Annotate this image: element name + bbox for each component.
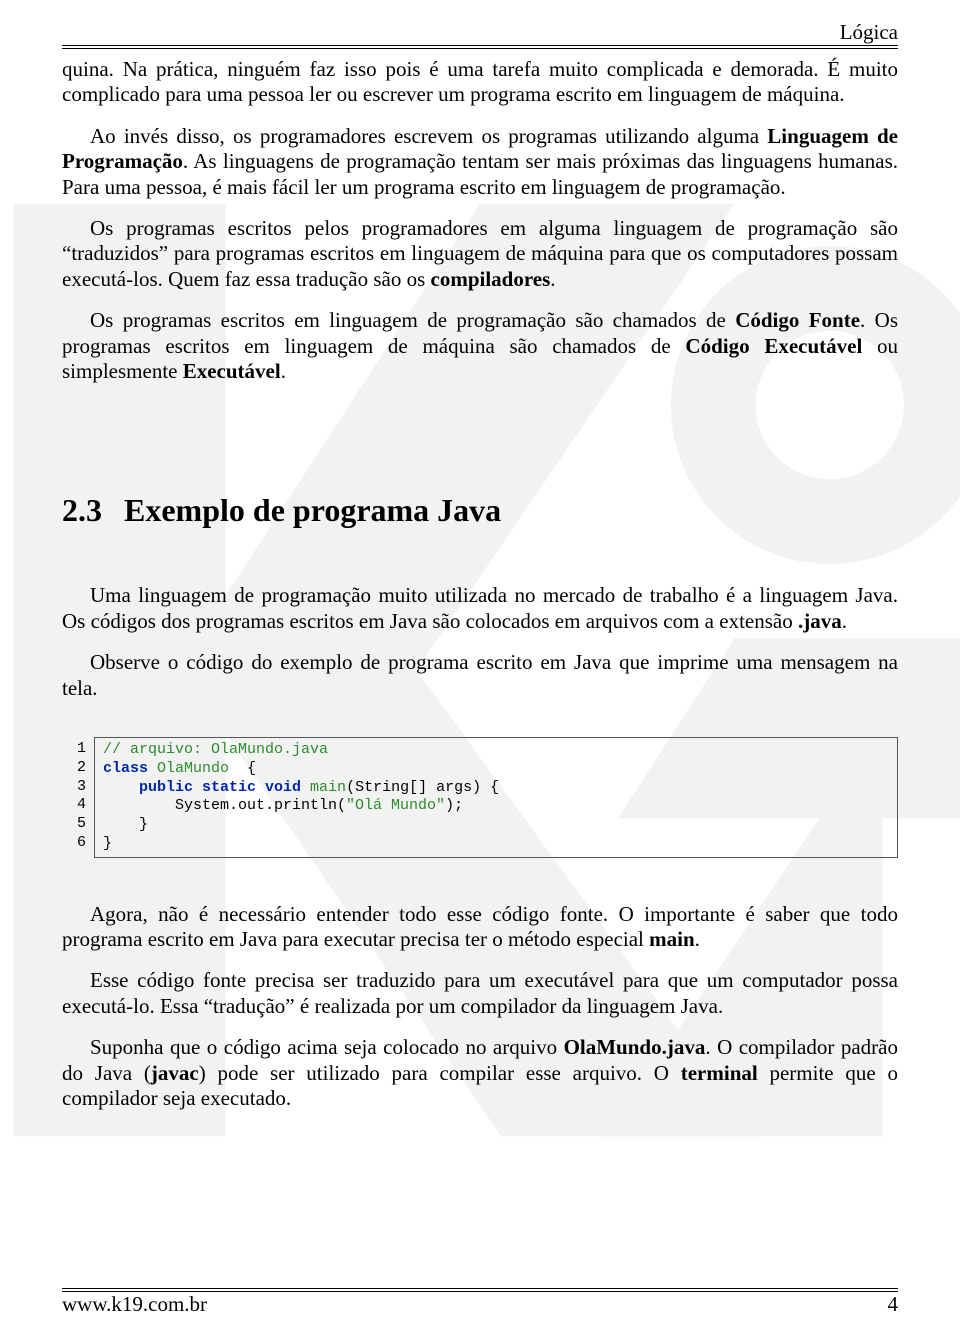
paragraph-5: Uma linguagem de programação muito utili… (62, 583, 898, 634)
section-heading: 2.3 Exemplo de programa Java (62, 492, 898, 529)
header-label: Lógica (62, 20, 898, 45)
paragraph-4: Os programas escritos em linguagem de pr… (62, 308, 898, 384)
section-title: Exemplo de programa Java (124, 492, 501, 528)
paragraph-1: quina. Na prática, ninguém faz isso pois… (62, 57, 898, 108)
paragraph-6: Observe o código do exemplo de programa … (62, 650, 898, 701)
paragraph-7: Agora, não é necessário entender todo es… (62, 902, 898, 953)
paragraph-8: Esse código fonte precisa ser traduzido … (62, 968, 898, 1019)
footer-page-number: 4 (888, 1292, 899, 1317)
running-head: Lógica (62, 20, 898, 49)
code-line-numbers: 123456 (62, 737, 94, 858)
code-listing: 123456 // arquivo: OlaMundo.java class O… (62, 737, 898, 858)
paragraph-9: Suponha que o código acima seja colocado… (62, 1035, 898, 1111)
code-box: // arquivo: OlaMundo.java class OlaMundo… (94, 737, 898, 858)
header-rule (62, 45, 898, 49)
paragraph-2: Ao invés disso, os programadores escreve… (62, 124, 898, 200)
paragraph-3: Os programas escritos pelos programadore… (62, 216, 898, 292)
section-number: 2.3 (62, 492, 102, 528)
page-footer: www.k19.com.br 4 (62, 1288, 898, 1317)
footer-site: www.k19.com.br (62, 1292, 207, 1317)
